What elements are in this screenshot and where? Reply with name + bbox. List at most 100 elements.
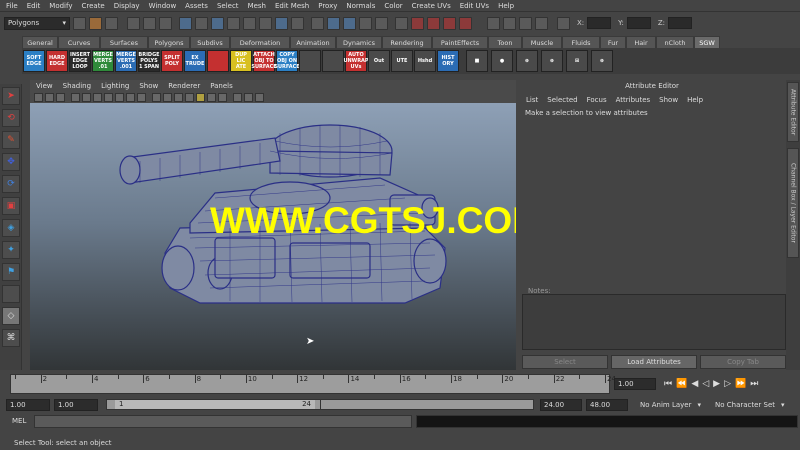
grid-icon[interactable]: [71, 92, 80, 102]
viewport[interactable]: ➤ WWW.CGTSJ.COM: [30, 103, 516, 370]
tab-dynamics[interactable]: Dynamics: [336, 36, 382, 48]
range-slider-track[interactable]: [320, 399, 534, 410]
pick-dynamic-icon[interactable]: [259, 16, 272, 30]
tab-animation[interactable]: Animation: [290, 36, 336, 48]
menu-edit[interactable]: Edit: [27, 2, 41, 10]
pick-mask-icon[interactable]: [179, 16, 192, 30]
tab-ncloth[interactable]: nCloth: [656, 36, 694, 48]
tool-settings-icon[interactable]: [535, 16, 548, 30]
safe-action-icon[interactable]: [126, 92, 135, 102]
playback-start-field[interactable]: 1.00: [54, 398, 98, 411]
shelf-button-2[interactable]: INSERT EDGE LOOP: [69, 50, 91, 72]
textured-icon[interactable]: [185, 92, 194, 102]
go-to-end-icon[interactable]: ⏭: [750, 379, 758, 389]
shelf-button-16[interactable]: UTE: [391, 50, 413, 72]
pick-deform-icon[interactable]: [243, 16, 256, 30]
tab-general[interactable]: General: [22, 36, 58, 48]
attr-menu-show[interactable]: Show: [659, 96, 678, 104]
step-back-key-icon[interactable]: ⏪: [676, 379, 687, 389]
shelf-icon-target-2[interactable]: ⊕: [541, 50, 563, 72]
shelf-button-6[interactable]: SPLIT POLY: [161, 50, 183, 72]
anim-layer-label[interactable]: No Anim Layer: [640, 401, 691, 409]
menu-select[interactable]: Select: [217, 2, 239, 10]
menu-edit-mesh[interactable]: Edit Mesh: [275, 2, 309, 10]
character-set-label[interactable]: No Character Set: [715, 401, 775, 409]
render-frame-icon[interactable]: [411, 16, 424, 30]
layout-icon[interactable]: [503, 16, 516, 30]
shelf-button-5[interactable]: BRIDGE POLYS 1 SPAN: [138, 50, 160, 72]
ambient-occlusion-icon[interactable]: [218, 92, 227, 102]
smooth-shade-icon[interactable]: [163, 92, 172, 102]
tab-fluids[interactable]: Fluids: [562, 36, 600, 48]
mel-label[interactable]: MEL: [0, 417, 30, 425]
camera-icon[interactable]: [34, 92, 43, 102]
render-settings-icon[interactable]: [443, 16, 456, 30]
select-button[interactable]: Select: [522, 355, 608, 369]
camera-attr-icon[interactable]: [45, 92, 54, 102]
layout-outliner-icon[interactable]: ⌘: [2, 329, 20, 347]
menu-assets[interactable]: Assets: [185, 2, 208, 10]
select-component-icon[interactable]: [159, 16, 172, 30]
show-manipulator-icon[interactable]: ⚑: [2, 263, 20, 281]
shelf-button-9[interactable]: DUP LIC ATE: [230, 50, 252, 72]
viewport-menu-shading[interactable]: Shading: [63, 82, 91, 90]
move-tool-icon[interactable]: ✥: [2, 153, 20, 171]
shelf-button-3[interactable]: MERGE VERTS .01: [92, 50, 114, 72]
tab-sgw[interactable]: SGW: [694, 36, 720, 48]
soft-mod-tool-icon[interactable]: ✦: [2, 241, 20, 259]
history-icon[interactable]: [395, 16, 408, 30]
menu-color[interactable]: Color: [384, 2, 402, 10]
pick-joint-icon[interactable]: [211, 16, 224, 30]
attr-menu-attributes[interactable]: Attributes: [616, 96, 651, 104]
isolate-icon[interactable]: [233, 92, 242, 102]
shelf-icon-sphere[interactable]: ●: [491, 50, 513, 72]
film-gate-icon[interactable]: [82, 92, 91, 102]
z-field[interactable]: [668, 17, 693, 29]
tab-attribute-editor[interactable]: Attribute Editor: [787, 82, 799, 142]
menu-modify[interactable]: Modify: [49, 2, 72, 10]
viewport-menu-lighting[interactable]: Lighting: [101, 82, 129, 90]
shelf-button-0[interactable]: SOFT EDGE: [23, 50, 45, 72]
tab-fur[interactable]: Fur: [600, 36, 626, 48]
bookmark-icon[interactable]: [56, 92, 65, 102]
shelf-button-7[interactable]: EX TRUDE: [184, 50, 206, 72]
shelf-button-13[interactable]: [322, 50, 344, 72]
menu-help[interactable]: Help: [498, 2, 514, 10]
viewport-menu-view[interactable]: View: [36, 82, 53, 90]
tab-subdivs[interactable]: Subdivs: [190, 36, 230, 48]
ipr-render-icon[interactable]: [427, 16, 440, 30]
playback-end-field[interactable]: 24.00: [540, 398, 582, 411]
step-back-icon[interactable]: ◀: [691, 379, 698, 389]
range-start-field[interactable]: 1.00: [6, 398, 50, 411]
pick-misc-icon[interactable]: [291, 16, 304, 30]
shelf-button-17[interactable]: Hshd: [414, 50, 436, 72]
manipulator-tool-icon[interactable]: ◈: [2, 219, 20, 237]
last-tool-icon[interactable]: [2, 285, 20, 303]
shelf-button-11[interactable]: COPY OBJ ON SURFACE: [274, 50, 300, 72]
x-field[interactable]: [587, 17, 612, 29]
select-object-icon[interactable]: [143, 16, 156, 30]
show-ui-icon[interactable]: [487, 16, 500, 30]
snap-point-icon[interactable]: [359, 16, 372, 30]
notes-field[interactable]: [522, 294, 786, 350]
attr-menu-list[interactable]: List: [526, 96, 538, 104]
shadows-icon[interactable]: [207, 92, 216, 102]
load-attributes-button[interactable]: Load Attributes: [611, 355, 697, 369]
hypershade-icon[interactable]: [459, 16, 472, 30]
tab-channel-box[interactable]: Channel Box / Layer Editor: [787, 148, 799, 258]
viewport-menu-show[interactable]: Show: [139, 82, 158, 90]
tab-deformation[interactable]: Deformation: [230, 36, 290, 48]
channel-box-icon[interactable]: [519, 16, 532, 30]
tab-toon[interactable]: Toon: [488, 36, 522, 48]
scale-tool-icon[interactable]: ▣: [2, 197, 20, 215]
menu-display[interactable]: Display: [114, 2, 140, 10]
y-field[interactable]: [626, 17, 651, 29]
shelf-icon-target-1[interactable]: ⊕: [516, 50, 538, 72]
pick-render-icon[interactable]: [275, 16, 288, 30]
range-thumb[interactable]: 1 24: [115, 400, 315, 409]
play-backward-icon[interactable]: ◁: [702, 379, 709, 389]
pick-handle-icon[interactable]: [195, 16, 208, 30]
wireframe-on-shaded-icon[interactable]: [174, 92, 183, 102]
resolution-gate-icon[interactable]: [93, 92, 102, 102]
shelf-icon-cube[interactable]: ■: [466, 50, 488, 72]
